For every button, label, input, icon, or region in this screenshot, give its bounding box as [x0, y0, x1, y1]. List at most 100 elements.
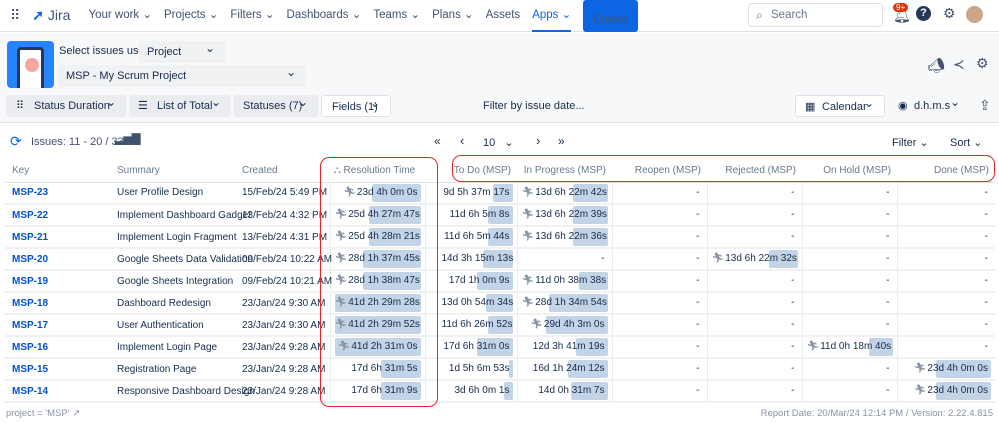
duration-value: -: [617, 294, 703, 312]
filter-button[interactable]: Filter ⌄: [892, 136, 929, 149]
page-size-dropdown[interactable]: 10 ⌄: [483, 136, 514, 149]
issue-key-link[interactable]: MSP-21: [5, 226, 110, 249]
duration-value: -: [617, 206, 703, 224]
app-logo: [7, 41, 54, 88]
duration-value: 🏃︎11d 0h 18m 40s: [807, 338, 893, 356]
running-icon: 🏃︎: [530, 319, 543, 330]
table-row[interactable]: MSP-17 User Authentication 23/Jan/24 9:30 …: [5, 314, 995, 337]
duration-cell: 16d 1h 24m 12s: [516, 358, 612, 381]
duration-value: -: [902, 294, 992, 312]
duration-text: -: [601, 253, 605, 264]
table-row[interactable]: MSP-21 Implement Login Fragment 13/Feb/24 …: [5, 226, 995, 249]
nav-item[interactable]: Teams ⌄: [373, 0, 420, 32]
table-row[interactable]: MSP-16 Implement Login Page 23/Jan/24 9:28…: [5, 336, 995, 359]
table-row[interactable]: MSP-20 Google Sheets Data Validation 09/Fe…: [5, 248, 995, 271]
last-page-button[interactable]: »: [558, 134, 565, 148]
project-dropdown[interactable]: MSP - My Scrum Project: [58, 61, 306, 87]
status-duration-button[interactable]: Status Duration ⠿: [6, 91, 126, 117]
nav-item[interactable]: Filters ⌄: [230, 0, 274, 32]
column-header[interactable]: Summary: [110, 160, 235, 183]
issue-key-link[interactable]: MSP-18: [5, 292, 110, 315]
duration-cell: -: [706, 336, 802, 359]
duration-value: -: [712, 228, 798, 246]
duration-value: -: [807, 228, 893, 246]
table-toolbar: ⟳ Issues: 11 - 20 / 33 ▂▅▇ « ‹ 10 ⌄ › » …: [0, 124, 999, 158]
duration-text: -: [791, 297, 795, 308]
table-row[interactable]: MSP-15 Registration Page 23/Jan/24 9:28 AM…: [5, 358, 995, 381]
column-header[interactable]: Created: [235, 160, 330, 183]
app-switcher-icon[interactable]: ⠿: [10, 7, 20, 24]
fields-button[interactable]: Fields (1): [321, 92, 391, 117]
table-row[interactable]: MSP-23 User Profile Design 15/Feb/24 5:49 …: [5, 182, 995, 205]
list-of-total-button[interactable]: List of Total ☰: [129, 91, 231, 117]
calendar-button[interactable]: ▦ Calendar: [795, 92, 885, 117]
nav-item[interactable]: Dashboards ⌄: [287, 0, 362, 32]
jira-logo[interactable]: ➚ Jira: [32, 7, 70, 24]
duration-text: -: [696, 385, 700, 396]
running-icon: 🏃︎: [521, 275, 535, 286]
table-row[interactable]: MSP-22 Implement Dashboard Gadget 13/Feb/2…: [5, 204, 995, 227]
issue-key-link[interactable]: MSP-22: [5, 204, 110, 227]
table-row[interactable]: MSP-19 Google Sheets Integration 09/Feb/24…: [5, 270, 995, 293]
export-icon[interactable]: ⇪: [979, 97, 991, 114]
nav-item-apps[interactable]: Apps ⌄: [532, 0, 572, 32]
jql-link[interactable]: project = 'MSP' ↗: [6, 408, 80, 419]
create-button[interactable]: Create: [583, 0, 638, 32]
chart-icon[interactable]: ▂▅▇: [115, 132, 140, 145]
avatar[interactable]: [966, 6, 983, 23]
duration-text: -: [984, 319, 988, 330]
format-dropdown[interactable]: ◉ d.h.m.s: [890, 91, 970, 117]
issue-key-link[interactable]: MSP-15: [5, 358, 110, 381]
issue-key-link[interactable]: MSP-20: [5, 248, 110, 271]
running-icon: 🏃︎: [521, 297, 535, 308]
issue-key-link[interactable]: MSP-19: [5, 270, 110, 293]
nav-item[interactable]: Your work ⌄: [88, 0, 152, 32]
prev-page-button[interactable]: ‹: [460, 133, 464, 148]
issue-key-link[interactable]: MSP-17: [5, 314, 110, 337]
issue-key-link[interactable]: MSP-16: [5, 336, 110, 359]
duration-text: -: [886, 297, 890, 308]
created-cell: 23/Jan/24 9:30 AM: [235, 314, 330, 337]
summary-cell: Dashboard Redesign: [110, 292, 235, 315]
search-input[interactable]: Search: [748, 3, 883, 27]
nav-item[interactable]: Plans ⌄: [432, 0, 474, 32]
duration-cell: -: [706, 292, 802, 315]
issue-key-link[interactable]: MSP-14: [5, 380, 110, 403]
duration-cell: -: [516, 248, 612, 271]
issue-key-link[interactable]: MSP-23: [5, 182, 110, 205]
duration-cell: 14d 0h 31m 7s: [516, 380, 612, 403]
running-icon: 🏃︎: [521, 231, 535, 242]
issues-table: Key Summary Created ⛬ Resolution Time To Do …: [5, 160, 995, 403]
next-page-button[interactable]: ›: [536, 133, 540, 148]
filter-date-input[interactable]: Filter by issue date...: [483, 100, 585, 112]
announce-icon[interactable]: 📣︎: [927, 57, 945, 74]
column-header[interactable]: Key: [5, 160, 110, 183]
duration-value: -: [902, 228, 992, 246]
duration-text: 13d 6h 22m 39s: [535, 209, 607, 220]
duration-text: -: [886, 186, 890, 198]
duration-text: -: [791, 385, 795, 396]
nav-item[interactable]: Assets: [486, 0, 521, 32]
duration-cell: -: [706, 380, 802, 403]
table-row[interactable]: MSP-18 Dashboard Redesign 23/Jan/24 9:30 A…: [5, 292, 995, 315]
table-row[interactable]: MSP-14 Responsive Dashboard Design 23/Jan/…: [5, 380, 995, 403]
duration-cell: -: [611, 270, 707, 293]
duration-text: -: [696, 253, 700, 264]
nav-item[interactable]: Projects ⌄: [164, 0, 218, 32]
duration-cell: -: [706, 182, 802, 205]
duration-text: 13d 6h 22m 36s: [535, 231, 607, 242]
duration-cell: 🏃︎13d 6h 22m 42s: [516, 182, 612, 205]
duration-value: -: [902, 272, 992, 290]
settings-icon[interactable]: ⚙: [976, 55, 989, 72]
select-mode-dropdown[interactable]: Project: [139, 37, 225, 63]
sort-button[interactable]: Sort ⌄: [950, 136, 982, 149]
duration-value: 14d 0h 31m 7s: [522, 382, 608, 400]
share-icon[interactable]: ≺: [953, 56, 965, 73]
help-icon[interactable]: ?: [916, 6, 931, 21]
refresh-icon[interactable]: ⟳: [10, 133, 22, 150]
statuses-button[interactable]: Statuses (7): [234, 91, 318, 117]
first-page-button[interactable]: «: [434, 134, 441, 148]
duration-value: -: [712, 382, 798, 400]
settings-icon[interactable]: ⚙: [943, 5, 956, 22]
duration-cell: 🏃︎29d 4h 3m 0s: [516, 314, 612, 337]
